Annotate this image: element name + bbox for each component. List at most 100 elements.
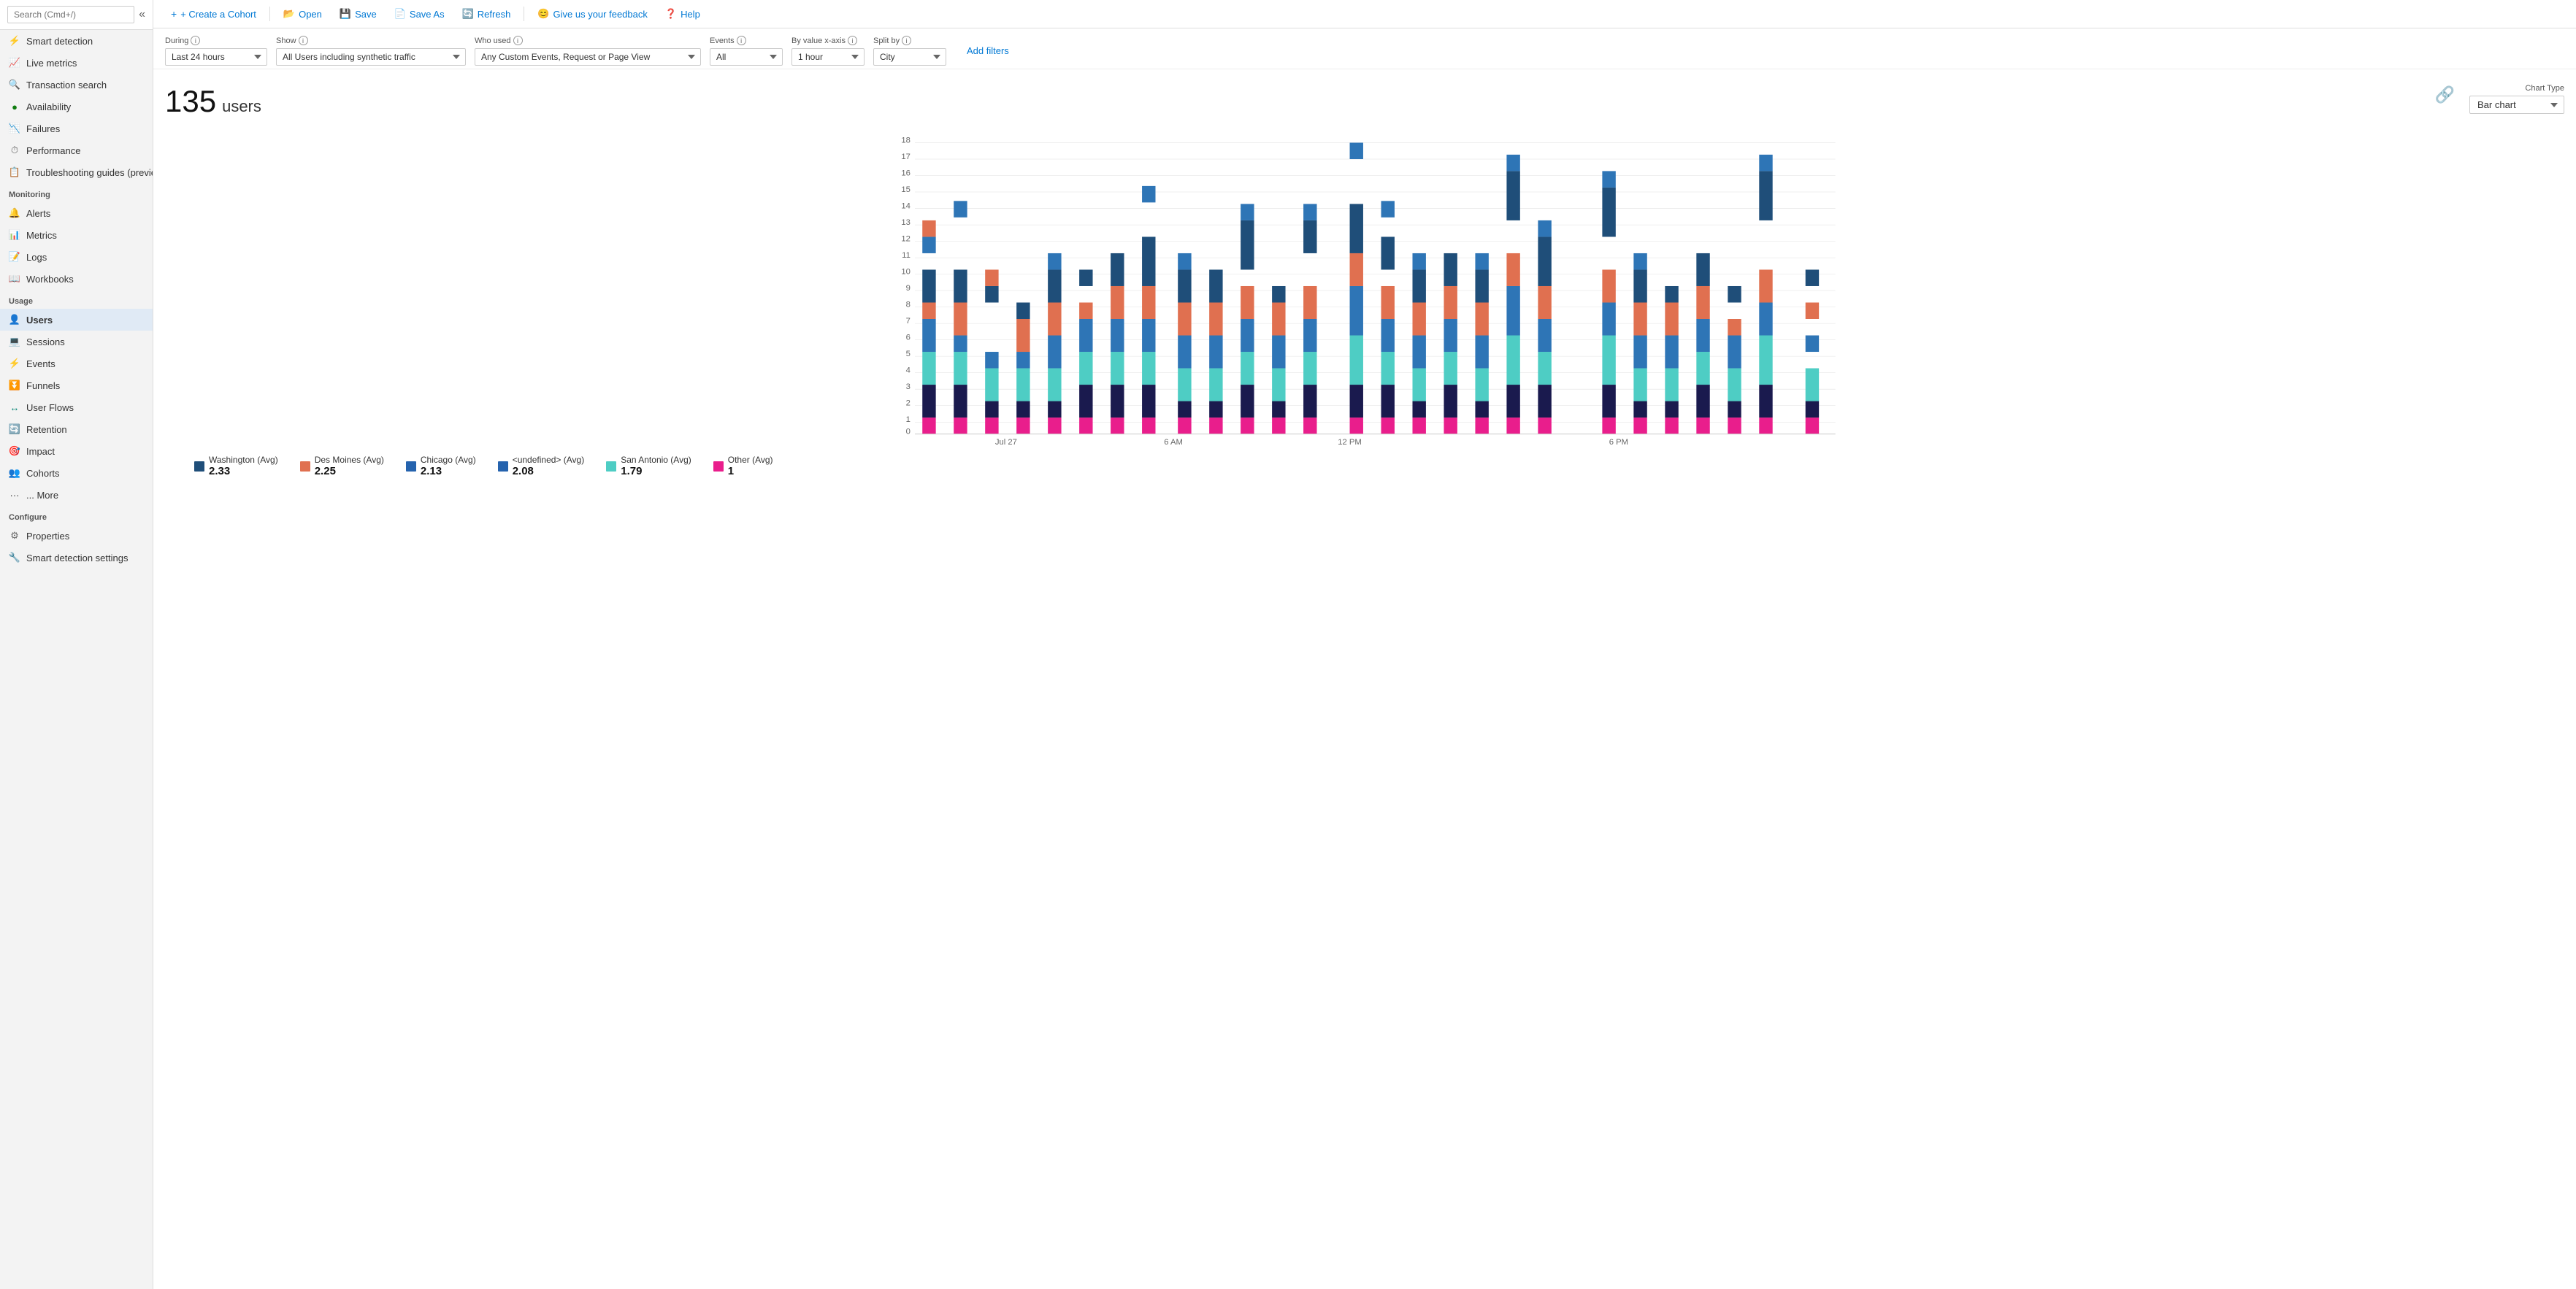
by-value-select[interactable]: 1 hour [791,48,865,66]
bar-20[interactable] [1538,220,1551,434]
who-used-select[interactable]: Any Custom Events, Request or Page View [475,48,701,66]
bar-12[interactable] [1272,286,1285,434]
x-axis-jul27: Jul 27 [995,438,1017,447]
sidebar-item-failures[interactable]: 📉 Failures [0,118,153,139]
user-flows-icon: ↔ [9,401,20,413]
bar-5[interactable] [1048,253,1061,434]
bar-18[interactable] [1475,253,1488,434]
who-used-info-icon[interactable]: i [513,36,523,45]
monitoring-section-label: Monitoring [0,183,153,202]
bar-21[interactable] [1602,171,1615,434]
save-icon: 💾 [340,8,351,20]
bar-16[interactable] [1412,253,1425,434]
sidebar-item-troubleshooting[interactable]: 📋 Troubleshooting guides (preview) [0,161,153,183]
chart-legend: Washington (Avg) 2.33 Des Moines (Avg) 2… [165,447,2564,477]
sidebar-item-user-flows[interactable]: ↔ User Flows [0,396,153,418]
show-select[interactable]: All Users including synthetic traffic [276,48,466,66]
sidebar-item-alerts[interactable]: 🔔 Alerts [0,202,153,224]
bar-17[interactable] [1444,253,1457,434]
sidebar-item-performance[interactable]: ⏱ Performance [0,139,153,161]
search-input[interactable] [7,6,134,23]
sidebar-item-funnels[interactable]: ⏬ Funnels [0,374,153,396]
bar-22[interactable] [1633,253,1647,434]
bar-6[interactable] [1079,269,1092,434]
during-info-icon[interactable]: i [191,36,200,45]
by-value-info-icon[interactable]: i [848,36,857,45]
svg-text:12: 12 [901,235,911,244]
bar-24[interactable] [1696,253,1709,434]
sidebar-item-availability[interactable]: ● Availability [0,96,153,118]
show-info-icon[interactable]: i [299,36,308,45]
legend-value-san-antonio: 1.79 [621,465,691,477]
chart-type-select[interactable]: Bar chart Line chart Area chart [2469,96,2564,114]
refresh-button[interactable]: 🔄 Refresh [455,4,518,23]
bar-2[interactable] [954,201,967,434]
sidebar-item-properties[interactable]: ⚙ Properties [0,525,153,547]
bar-26[interactable] [1759,155,1772,434]
feedback-button[interactable]: 😊 Give us your feedback [530,4,655,23]
svg-text:2: 2 [906,399,911,408]
legend-label-des-moines: Des Moines (Avg) [315,455,384,465]
split-by-info-icon[interactable]: i [902,36,911,45]
properties-icon: ⚙ [9,530,20,542]
save-as-button[interactable]: 📄 Save As [387,4,452,23]
retention-icon: 🔄 [9,423,20,435]
legend-value-chicago: 2.13 [421,465,476,477]
more-icon: ··· [9,489,20,501]
transaction-search-icon: 🔍 [9,79,20,91]
users-count-display: 135 users [165,84,261,119]
sidebar-item-events[interactable]: ⚡ Events [0,353,153,374]
bar-23[interactable] [1665,286,1678,434]
bar-10[interactable] [1209,269,1222,434]
bar-14[interactable] [1350,143,1363,434]
bar-25[interactable] [1728,286,1741,434]
users-icon: 👤 [9,314,20,326]
sidebar-item-transaction-search[interactable]: 🔍 Transaction search [0,74,153,96]
during-select[interactable]: Last 24 hours [165,48,267,66]
live-metrics-icon: 📈 [9,57,20,69]
create-cohort-icon: + [171,8,177,20]
sidebar-item-live-metrics[interactable]: 📈 Live metrics [0,52,153,74]
add-filters-link[interactable]: Add filters [955,41,1009,61]
svg-text:15: 15 [901,185,911,194]
bar-8[interactable] [1142,186,1155,434]
bar-19[interactable] [1506,155,1519,434]
events-select[interactable]: All [710,48,783,66]
main-content: + + Create a Cohort 📂 Open 💾 Save 📄 Save… [153,0,2576,1289]
sidebar-item-smart-detection[interactable]: ⚡ Smart detection [0,30,153,52]
sidebar-item-users[interactable]: 👤 Users [0,309,153,331]
collapse-sidebar-button[interactable]: « [139,8,145,21]
sidebar-item-cohorts[interactable]: 👥 Cohorts [0,462,153,484]
sidebar-item-retention[interactable]: 🔄 Retention [0,418,153,440]
sidebar-item-impact[interactable]: 🎯 Impact [0,440,153,462]
bar-7[interactable] [1111,253,1124,434]
bar-1[interactable] [922,220,935,434]
bar-11[interactable] [1241,204,1254,434]
bar-27[interactable] [1806,269,1819,434]
help-button[interactable]: ❓ Help [658,4,708,23]
sidebar-item-logs[interactable]: 📝 Logs [0,246,153,268]
bar-4[interactable] [1016,302,1030,434]
during-label: During i [165,36,267,45]
during-filter: During i Last 24 hours [165,36,267,66]
x-axis-6am: 6 AM [1164,438,1183,447]
split-by-select[interactable]: City [873,48,946,66]
configure-section-label: Configure [0,506,153,525]
chart-info-icon[interactable]: 🔗 [2435,85,2455,104]
create-cohort-button[interactable]: + + Create a Cohort [164,4,264,23]
bar-9[interactable] [1178,253,1191,434]
bar-3[interactable] [985,269,998,434]
bar-13[interactable] [1303,204,1316,434]
sidebar-item-more[interactable]: ··· ... More [0,484,153,506]
sidebar-item-sessions[interactable]: 💻 Sessions [0,331,153,353]
svg-text:3: 3 [906,382,911,391]
bar-15[interactable] [1381,201,1395,434]
troubleshooting-icon: 📋 [9,166,20,178]
open-button[interactable]: 📂 Open [276,4,329,23]
sidebar-item-metrics[interactable]: 📊 Metrics [0,224,153,246]
sidebar-item-workbooks[interactable]: 📖 Workbooks [0,268,153,290]
events-info-icon[interactable]: i [737,36,746,45]
save-button[interactable]: 💾 Save [332,4,384,23]
performance-icon: ⏱ [9,145,20,156]
sidebar-item-smart-detection-settings[interactable]: 🔧 Smart detection settings [0,547,153,569]
